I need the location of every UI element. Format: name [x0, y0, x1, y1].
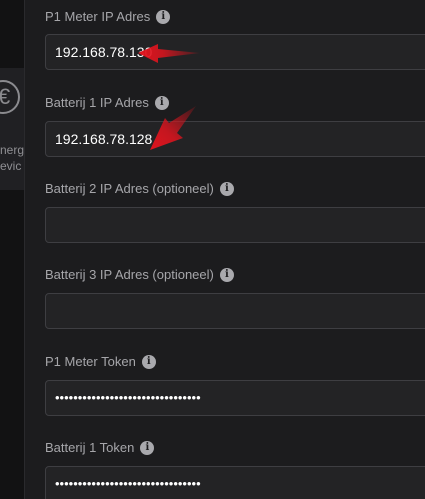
- field-label-text: P1 Meter IP Adres: [45, 9, 151, 24]
- background-card-text-2: evic: [0, 159, 22, 173]
- battery2-ip-input[interactable]: [45, 207, 425, 243]
- battery3-ip-input[interactable]: [45, 293, 425, 329]
- battery1-ip-input[interactable]: 192.168.78.128: [45, 121, 425, 157]
- field-label-text: Batterij 3 IP Adres (optioneel): [45, 267, 214, 282]
- info-icon[interactable]: i: [156, 10, 171, 24]
- background-card-text-1: nerg: [0, 143, 24, 157]
- field-label-battery1-token: Batterij 1 Token i: [45, 440, 155, 456]
- info-icon[interactable]: i: [141, 355, 156, 369]
- battery1-token-input[interactable]: ••••••••••••••••••••••••••••••••: [45, 466, 425, 499]
- field-label-p1-token: P1 Meter Token i: [45, 354, 156, 370]
- field-label-battery3-ip: Batterij 3 IP Adres (optioneel) i: [45, 267, 234, 283]
- settings-panel: P1 Meter IP Adres i 192.168.78.130 Batte…: [24, 0, 425, 499]
- info-icon[interactable]: i: [219, 182, 234, 196]
- p1-meter-token-input[interactable]: ••••••••••••••••••••••••••••••••: [45, 380, 425, 416]
- field-label-battery2-ip: Batterij 2 IP Adres (optioneel) i: [45, 181, 234, 197]
- info-icon[interactable]: i: [219, 268, 234, 282]
- info-icon[interactable]: i: [140, 441, 155, 455]
- field-label-text: P1 Meter Token: [45, 354, 136, 369]
- p1-meter-ip-input[interactable]: 192.168.78.130: [45, 34, 425, 70]
- info-icon[interactable]: i: [154, 96, 169, 110]
- field-label-text: Batterij 2 IP Adres (optioneel): [45, 181, 214, 196]
- field-label-battery1-ip: Batterij 1 IP Adres i: [45, 95, 169, 111]
- field-label-p1-ip: P1 Meter IP Adres i: [45, 9, 171, 25]
- field-label-text: Batterij 1 Token: [45, 440, 135, 455]
- field-label-text: Batterij 1 IP Adres: [45, 95, 149, 110]
